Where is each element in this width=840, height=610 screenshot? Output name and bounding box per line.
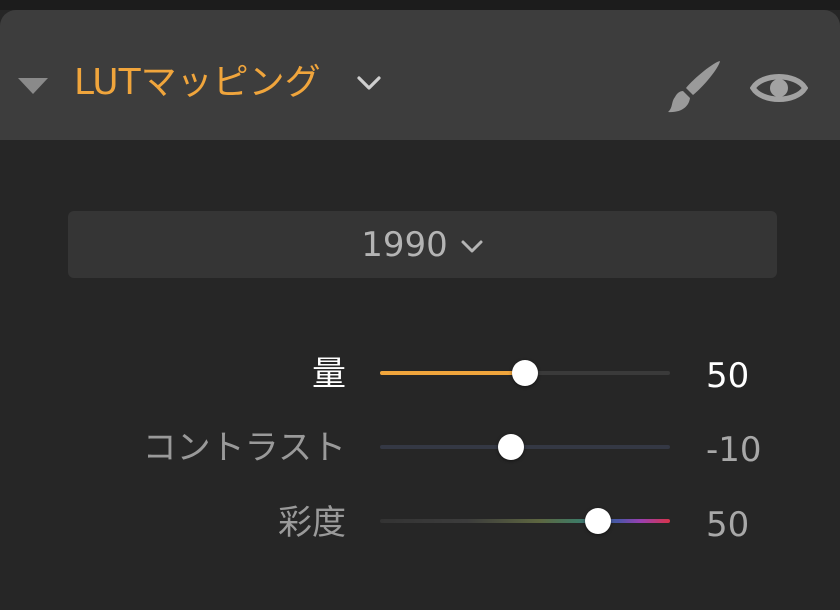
preset-value: 1990 — [361, 224, 448, 265]
contrast-value[interactable]: -10 — [706, 430, 762, 470]
contrast-label: コントラスト — [142, 428, 346, 468]
amount-slider[interactable] — [380, 360, 670, 386]
panel-title: LUTマッピング — [74, 62, 321, 103]
eye-icon[interactable] — [750, 68, 808, 108]
window-top-edge — [0, 0, 840, 10]
amount-label: 量 — [312, 354, 346, 394]
contrast-slider-thumb[interactable] — [497, 434, 524, 460]
triangle-down-icon[interactable] — [18, 78, 48, 94]
paintbrush-icon[interactable] — [660, 58, 724, 116]
panel-header[interactable]: LUTマッピング — [0, 10, 840, 140]
amount-slider-thumb[interactable] — [512, 360, 538, 386]
chevron-down-icon[interactable] — [356, 74, 382, 92]
saturation-slider[interactable] — [380, 508, 670, 534]
contrast-slider[interactable] — [380, 434, 670, 460]
lut-preset-dropdown[interactable]: 1990 — [68, 211, 777, 278]
amount-value[interactable]: 50 — [706, 356, 749, 396]
saturation-slider-thumb[interactable] — [584, 508, 611, 534]
amount-slider-fill — [380, 371, 525, 375]
chevron-down-icon — [461, 240, 483, 252]
saturation-value[interactable]: 50 — [706, 505, 749, 545]
saturation-label: 彩度 — [278, 503, 346, 543]
